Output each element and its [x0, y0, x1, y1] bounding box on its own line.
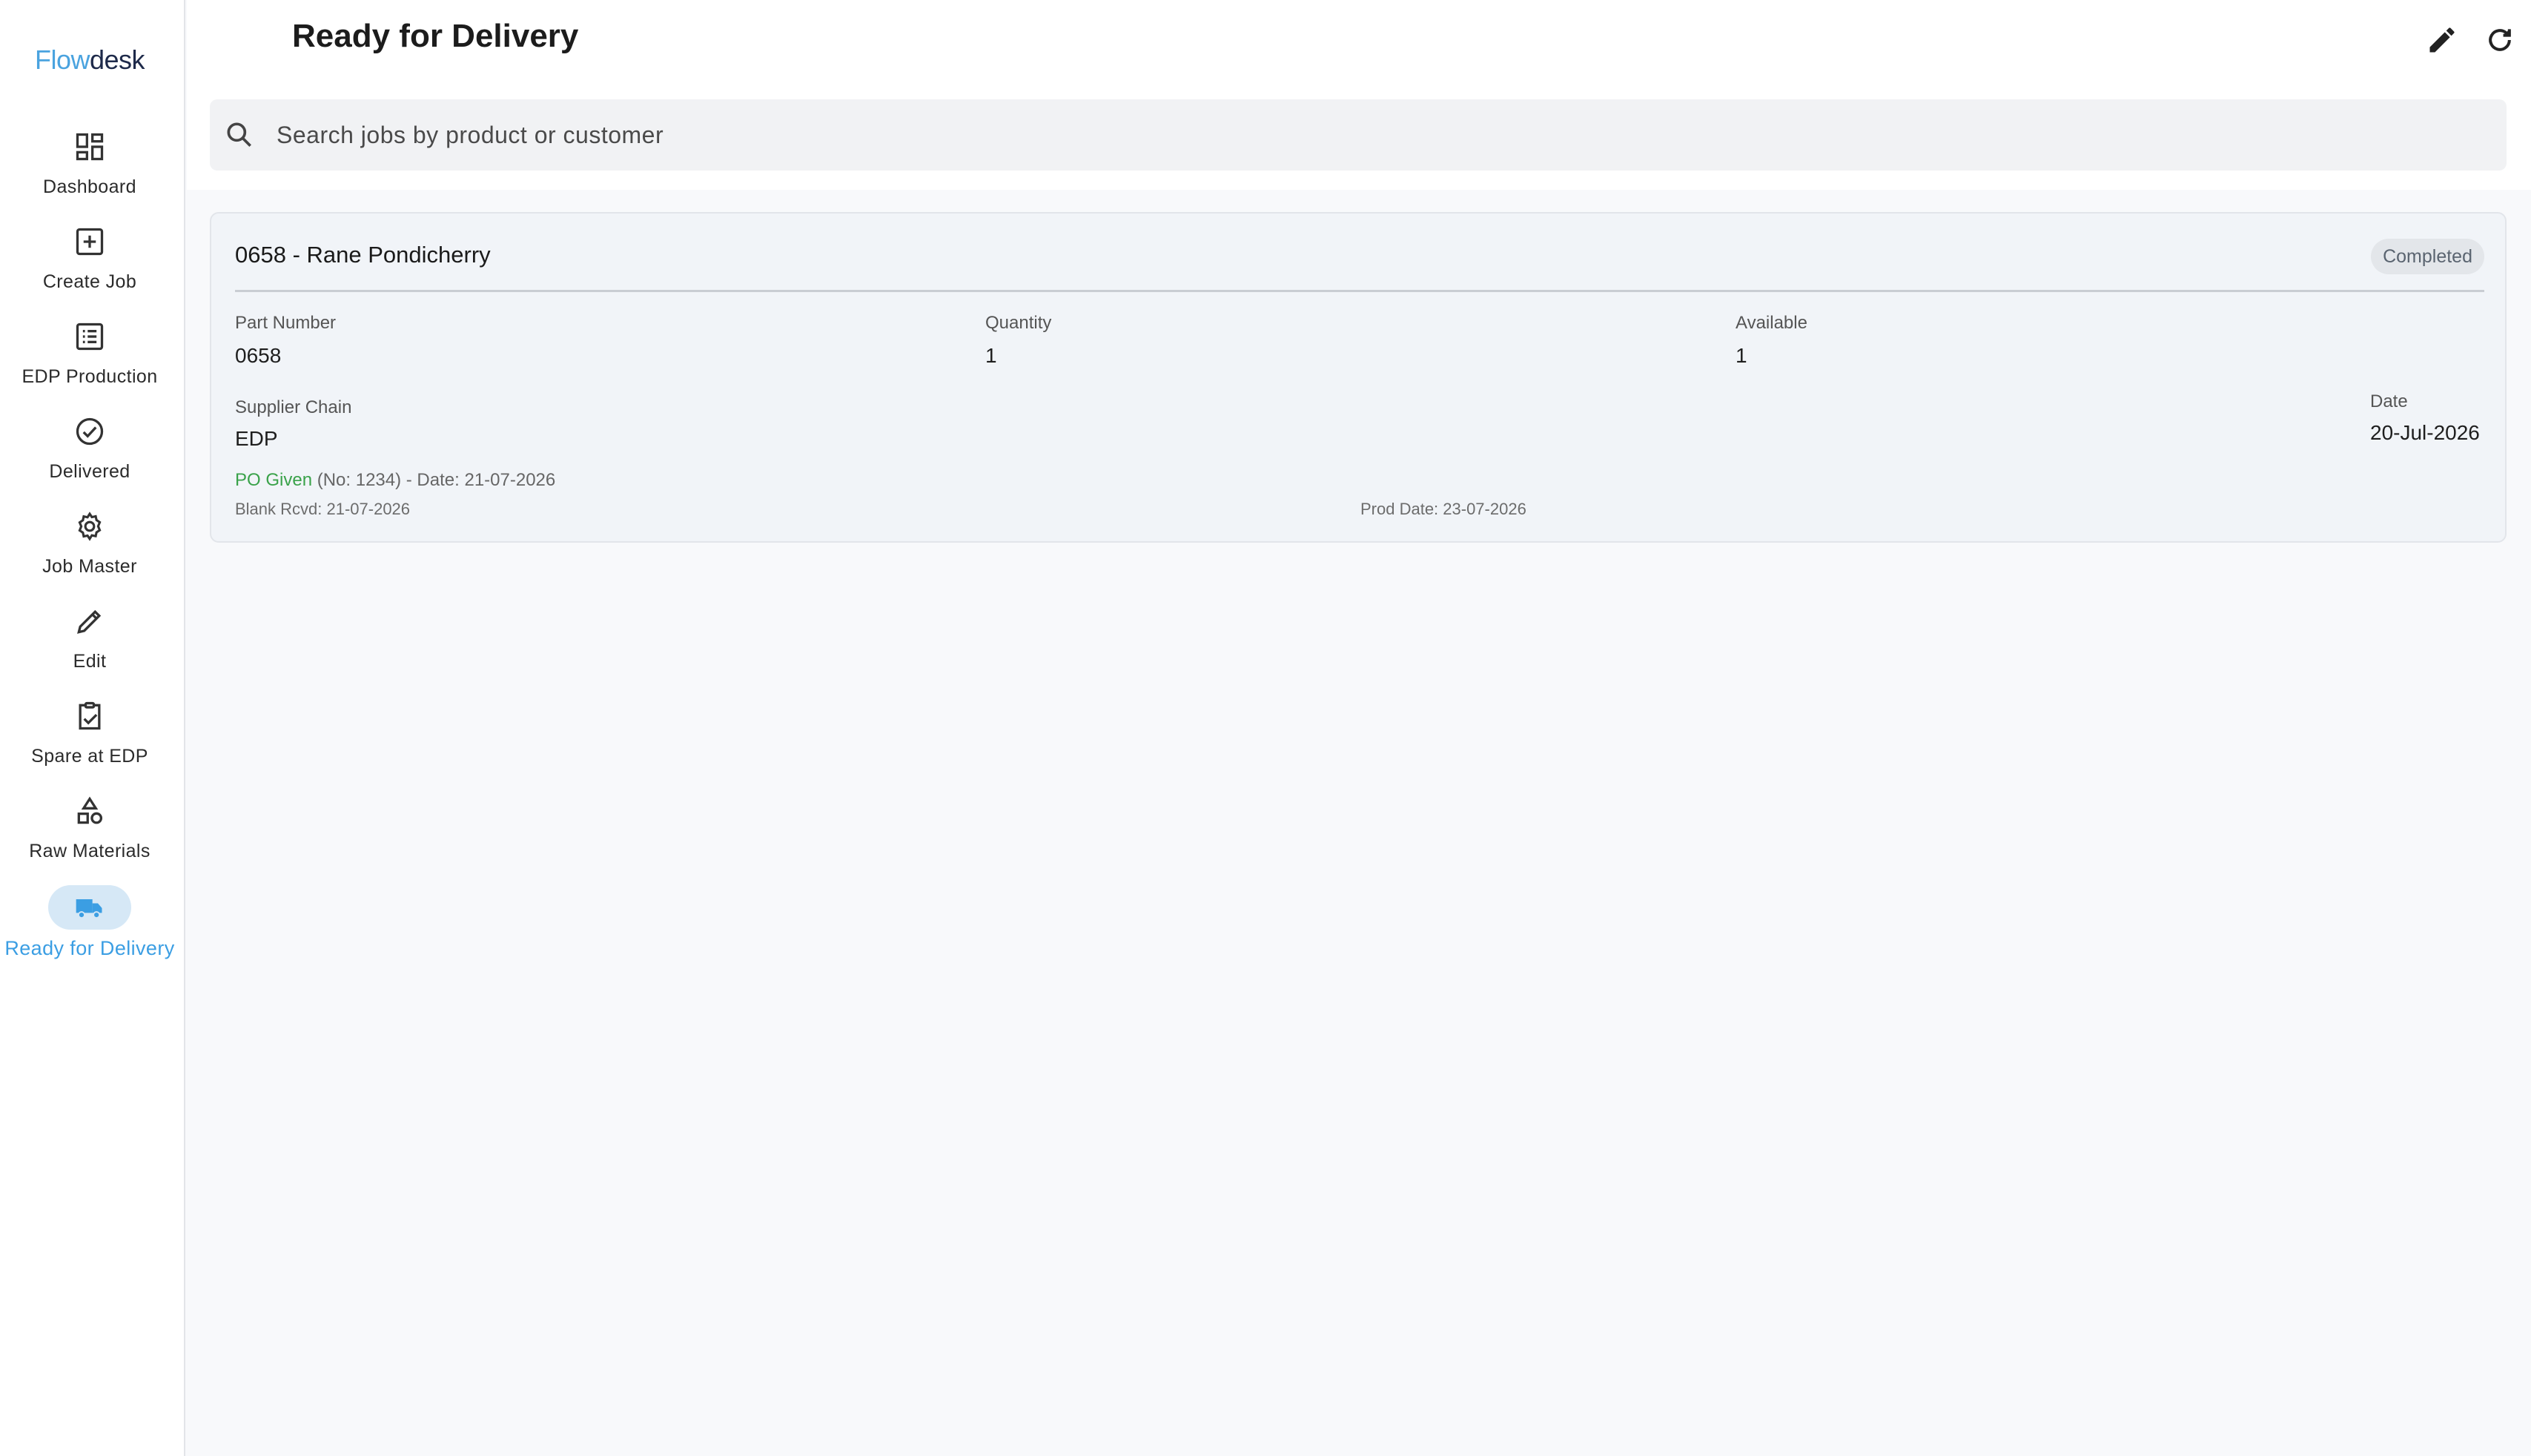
supplier-chain-value: EDP: [235, 427, 278, 450]
job-title: 0658 - Rane Pondicherry: [235, 242, 491, 268]
clipboard-check-icon: [73, 700, 106, 732]
part-number-label: Part Number: [235, 313, 337, 333]
search-input[interactable]: [277, 113, 2426, 157]
sidebar-item-raw-materials[interactable]: Raw Materials: [0, 795, 179, 876]
page-title: Ready for Delivery: [292, 18, 579, 54]
sidebar-item-label: Ready for Delivery: [4, 937, 175, 959]
sidebar-item-label: EDP Production: [21, 366, 158, 387]
sidebar-item-delivered[interactable]: Delivered: [0, 415, 179, 497]
gear-icon: [73, 510, 106, 543]
sidebar-item-spare-at-edp[interactable]: Spare at EDP: [0, 700, 179, 781]
dashboard-icon: [73, 130, 106, 163]
active-indicator: [48, 885, 131, 930]
pencil-icon: [73, 605, 106, 638]
sidebar-item-label: Edit: [73, 651, 107, 672]
quantity-label: Quantity: [985, 313, 1052, 333]
production-date: Prod Date: 23-07-2026: [1360, 500, 1526, 518]
job-card[interactable]: 0658 - Rane Pondicherry Completed Part N…: [210, 212, 2507, 543]
sidebar-item-label: Spare at EDP: [31, 746, 148, 767]
supplier-chain-label: Supplier Chain: [235, 397, 352, 417]
search-box: [210, 99, 2507, 171]
date-value: 20-Jul-2026: [2370, 421, 2480, 444]
truck-icon: [73, 891, 106, 924]
check-circle-icon: [73, 415, 106, 448]
sidebar: Flowdesk Dashboard Create Job EDP Produc…: [0, 0, 185, 1456]
refresh-icon: [2489, 29, 2511, 51]
sidebar-item-label: Delivered: [49, 461, 130, 482]
sidebar-item-edit[interactable]: Edit: [0, 605, 179, 686]
available-value: 1: [1736, 344, 1747, 367]
po-status: PO Given: [235, 470, 313, 490]
sidebar-item-ready-for-delivery[interactable]: Ready for Delivery: [0, 885, 179, 967]
sidebar-item-edp-production[interactable]: EDP Production: [0, 320, 179, 402]
sidebar-item-label: Dashboard: [43, 176, 136, 197]
sidebar-item-label: Raw Materials: [29, 841, 150, 861]
edit-button[interactable]: [2424, 22, 2460, 58]
sidebar-item-job-master[interactable]: Job Master: [0, 510, 179, 592]
quantity-value: 1: [985, 344, 997, 367]
available-label: Available: [1736, 313, 1807, 333]
part-number-value: 0658: [235, 344, 282, 367]
add-box-icon: [73, 225, 106, 258]
search-icon: [227, 122, 251, 147]
date-label: Date: [2370, 391, 2408, 411]
shapes-icon: [73, 795, 106, 827]
pencil-icon: [2429, 27, 2455, 53]
sidebar-item-dashboard[interactable]: Dashboard: [0, 130, 179, 212]
blank-received-date: Blank Rcvd: 21-07-2026: [235, 500, 411, 518]
list-icon: [73, 320, 106, 353]
sidebar-item-create-job[interactable]: Create Job: [0, 225, 179, 307]
brand-part-1: Flow: [34, 44, 90, 75]
sidebar-item-label: Job Master: [42, 556, 137, 577]
po-details: (No: 1234) - Date: 21-07-2026: [312, 470, 556, 490]
po-info: PO Given (No: 1234) - Date: 21-07-2026: [235, 470, 555, 491]
brand-part-2: desk: [89, 44, 145, 75]
card-divider: [235, 290, 2484, 292]
brand-logo[interactable]: Flowdesk: [0, 44, 179, 76]
app-root: Flowdesk Dashboard Create Job EDP Produc…: [0, 0, 2531, 1456]
status-badge: Completed: [2371, 239, 2484, 274]
refresh-button[interactable]: [2482, 22, 2518, 58]
sidebar-item-label: Create Job: [42, 271, 137, 292]
